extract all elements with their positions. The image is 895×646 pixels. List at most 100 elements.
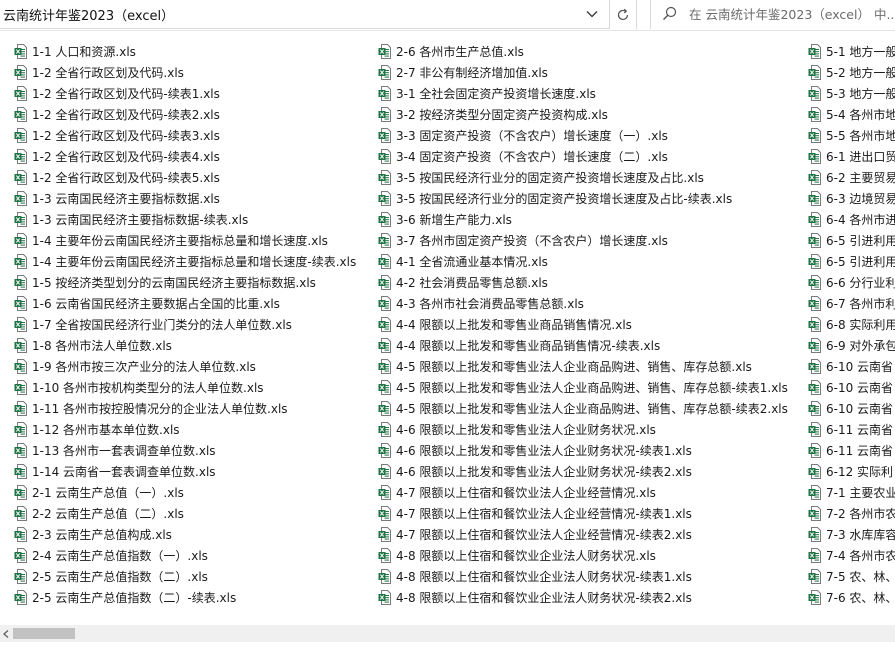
scrollbar-thumb[interactable]	[13, 628, 75, 639]
file-item[interactable]: 4-5 限额以上批发和零售业法人企业商品购进、销售、库存总额-续表2.xls	[378, 398, 788, 419]
file-item[interactable]: 3-1 全社会固定资产投资增长速度.xls	[378, 83, 788, 104]
file-item[interactable]: 2-5 云南生产总值指数（二）.xls	[14, 566, 356, 587]
file-item[interactable]: 6-9 对外承包	[808, 335, 895, 356]
file-item[interactable]: 3-4 固定资产投资（不含农户）增长速度（二）.xls	[378, 146, 788, 167]
file-item[interactable]: 5-5 各州市地	[808, 125, 895, 146]
file-item[interactable]: 4-3 各州市社会消费品零售总额.xls	[378, 293, 788, 314]
file-item[interactable]: 6-7 各州市利	[808, 293, 895, 314]
file-item[interactable]: 1-7 全省按国民经济行业门类分的法人单位数.xls	[14, 314, 356, 335]
file-item[interactable]: 6-10 云南省	[808, 356, 895, 377]
file-item[interactable]: 5-1 地方一般	[808, 41, 895, 62]
file-item[interactable]: 6-5 引进利用	[808, 251, 895, 272]
file-name: 1-2 全省行政区划及代码-续表5.xls	[32, 171, 220, 185]
file-item[interactable]: 4-7 限额以上住宿和餐饮业法人企业经营情况-续表2.xls	[378, 524, 788, 545]
file-item[interactable]: 5-3 地方一般	[808, 83, 895, 104]
file-name: 6-1 进出口贸	[826, 150, 895, 164]
file-item[interactable]: 1-2 全省行政区划及代码-续表2.xls	[14, 104, 356, 125]
excel-file-icon	[14, 212, 27, 227]
excel-file-icon	[14, 128, 27, 143]
file-item[interactable]: 7-6 农、林、	[808, 587, 895, 608]
file-item[interactable]: 4-5 限额以上批发和零售业法人企业商品购进、销售、库存总额-续表1.xls	[378, 377, 788, 398]
file-item[interactable]: 1-9 各州市按三次产业分的法人单位数.xls	[14, 356, 356, 377]
file-item[interactable]: 4-8 限额以上住宿和餐饮业企业法人财务状况.xls	[378, 545, 788, 566]
excel-file-icon	[808, 443, 821, 458]
file-item[interactable]: 7-5 农、林、	[808, 566, 895, 587]
file-item[interactable]: 4-8 限额以上住宿和餐饮业企业法人财务状况-续表2.xls	[378, 587, 788, 608]
excel-file-icon	[808, 170, 821, 185]
address-bar[interactable]: 云南统计年鉴2023（excel）	[0, 0, 610, 29]
file-item[interactable]: 4-6 限额以上批发和零售业法人企业财务状况-续表1.xls	[378, 440, 788, 461]
file-item[interactable]: 6-6 分行业利	[808, 272, 895, 293]
file-item[interactable]: 3-5 按国民经济行业分的固定资产投资增长速度及占比.xls	[378, 167, 788, 188]
file-item[interactable]: 7-4 各州市农	[808, 545, 895, 566]
file-item[interactable]: 1-3 云南国民经济主要指标数据.xls	[14, 188, 356, 209]
file-item[interactable]: 3-2 按经济类型分固定资产投资构成.xls	[378, 104, 788, 125]
file-item[interactable]: 1-4 主要年份云南国民经济主要指标总量和增长速度.xls	[14, 230, 356, 251]
file-item[interactable]: 2-2 云南生产总值（二）.xls	[14, 503, 356, 524]
file-item[interactable]: 4-6 限额以上批发和零售业法人企业财务状况-续表2.xls	[378, 461, 788, 482]
file-name: 1-2 全省行政区划及代码-续表1.xls	[32, 87, 220, 101]
file-item[interactable]: 4-8 限额以上住宿和餐饮业企业法人财务状况-续表1.xls	[378, 566, 788, 587]
file-item[interactable]: 1-5 按经济类型划分的云南国民经济主要指标数据.xls	[14, 272, 356, 293]
file-item[interactable]: 1-2 全省行政区划及代码-续表5.xls	[14, 167, 356, 188]
excel-file-icon	[14, 506, 27, 521]
file-item[interactable]: 4-4 限额以上批发和零售业商品销售情况.xls	[378, 314, 788, 335]
file-name: 2-4 云南生产总值指数（一）.xls	[32, 549, 208, 563]
search-box[interactable]	[650, 0, 895, 29]
chevron-down-icon[interactable]	[582, 4, 602, 24]
horizontal-scrollbar[interactable]	[0, 625, 895, 642]
file-item[interactable]: 6-11 云南省	[808, 440, 895, 461]
file-item[interactable]: 6-10 云南省	[808, 377, 895, 398]
address-path[interactable]: 云南统计年鉴2023（excel）	[3, 5, 174, 24]
file-item[interactable]: 1-8 各州市法人单位数.xls	[14, 335, 356, 356]
file-item[interactable]: 3-7 各州市固定资产投资（不含农户）增长速度.xls	[378, 230, 788, 251]
file-item[interactable]: 3-5 按国民经济行业分的固定资产投资增长速度及占比-续表.xls	[378, 188, 788, 209]
file-item[interactable]: 1-2 全省行政区划及代码-续表3.xls	[14, 125, 356, 146]
search-input[interactable]	[689, 4, 894, 24]
file-item[interactable]: 6-10 云南省	[808, 398, 895, 419]
file-item[interactable]: 4-4 限额以上批发和零售业商品销售情况-续表.xls	[378, 335, 788, 356]
file-item[interactable]: 1-12 各州市基本单位数.xls	[14, 419, 356, 440]
scroll-left-arrow-icon[interactable]	[0, 625, 12, 642]
file-item[interactable]: 6-12 实际利	[808, 461, 895, 482]
file-item[interactable]: 6-8 实际利用	[808, 314, 895, 335]
file-item[interactable]: 6-3 边境贸易	[808, 188, 895, 209]
file-item[interactable]: 1-1 人口和资源.xls	[14, 41, 356, 62]
file-item[interactable]: 1-14 云南省一套表调查单位数.xls	[14, 461, 356, 482]
file-item[interactable]: 7-1 主要农业	[808, 482, 895, 503]
file-item[interactable]: 6-1 进出口贸	[808, 146, 895, 167]
file-item[interactable]: 4-5 限额以上批发和零售业法人企业商品购进、销售、库存总额.xls	[378, 356, 788, 377]
file-item[interactable]: 1-4 主要年份云南国民经济主要指标总量和增长速度-续表.xls	[14, 251, 356, 272]
file-item[interactable]: 2-5 云南生产总值指数（二）-续表.xls	[14, 587, 356, 608]
file-item[interactable]: 6-11 云南省	[808, 419, 895, 440]
file-item[interactable]: 2-4 云南生产总值指数（一）.xls	[14, 545, 356, 566]
file-item[interactable]: 5-4 各州市地	[808, 104, 895, 125]
file-item[interactable]: 1-2 全省行政区划及代码-续表1.xls	[14, 83, 356, 104]
file-item[interactable]: 1-2 全省行政区划及代码.xls	[14, 62, 356, 83]
file-item[interactable]: 1-2 全省行政区划及代码-续表4.xls	[14, 146, 356, 167]
file-item[interactable]: 1-3 云南国民经济主要指标数据-续表.xls	[14, 209, 356, 230]
refresh-button[interactable]	[610, 0, 637, 29]
file-item[interactable]: 5-2 地方一般	[808, 62, 895, 83]
file-item[interactable]: 1-6 云南省国民经济主要数据占全国的比重.xls	[14, 293, 356, 314]
file-item[interactable]: 2-3 云南生产总值构成.xls	[14, 524, 356, 545]
file-item[interactable]: 3-3 固定资产投资（不含农户）增长速度（一）.xls	[378, 125, 788, 146]
file-item[interactable]: 2-7 非公有制经济增加值.xls	[378, 62, 788, 83]
file-item[interactable]: 4-7 限额以上住宿和餐饮业法人企业经营情况-续表1.xls	[378, 503, 788, 524]
file-item[interactable]: 7-3 水库库容	[808, 524, 895, 545]
file-item[interactable]: 2-6 各州市生产总值.xls	[378, 41, 788, 62]
file-item[interactable]: 1-13 各州市一套表调查单位数.xls	[14, 440, 356, 461]
file-item[interactable]: 1-11 各州市按控股情况分的企业法人单位数.xls	[14, 398, 356, 419]
file-item[interactable]: 4-2 社会消费品零售总额.xls	[378, 272, 788, 293]
file-item[interactable]: 7-2 各州市农	[808, 503, 895, 524]
file-item[interactable]: 6-2 主要贸易	[808, 167, 895, 188]
file-item[interactable]: 4-6 限额以上批发和零售业法人企业财务状况.xls	[378, 419, 788, 440]
file-item[interactable]: 6-5 引进利用	[808, 230, 895, 251]
excel-file-icon	[378, 485, 391, 500]
file-item[interactable]: 4-7 限额以上住宿和餐饮业法人企业经营情况.xls	[378, 482, 788, 503]
file-item[interactable]: 6-4 各州市进	[808, 209, 895, 230]
file-item[interactable]: 4-1 全省流通业基本情况.xls	[378, 251, 788, 272]
file-item[interactable]: 2-1 云南生产总值（一）.xls	[14, 482, 356, 503]
file-item[interactable]: 1-10 各州市按机构类型分的法人单位数.xls	[14, 377, 356, 398]
file-item[interactable]: 3-6 新增生产能力.xls	[378, 209, 788, 230]
